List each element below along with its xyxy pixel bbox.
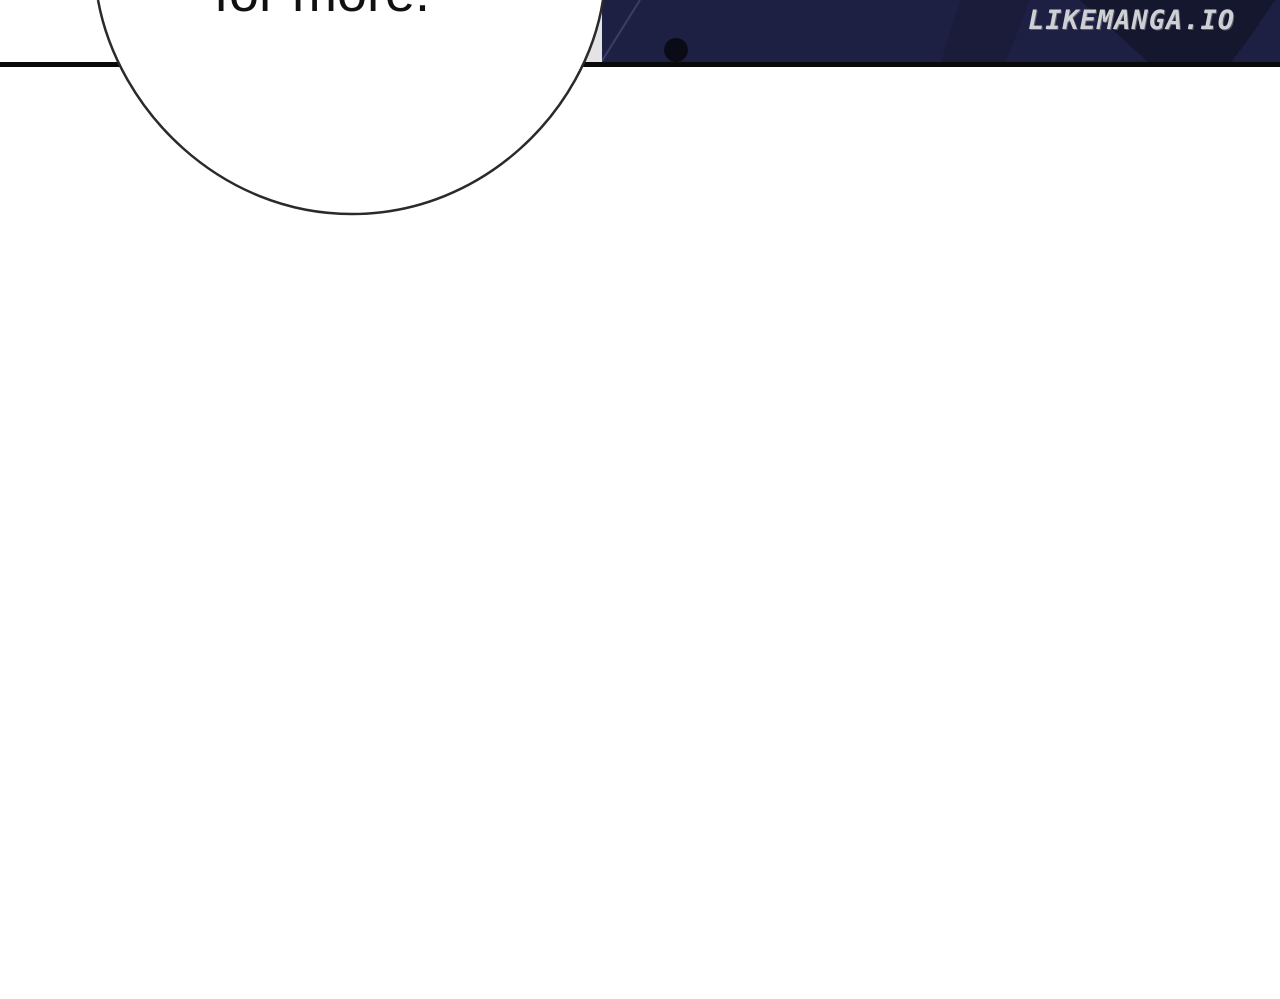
panel-artwork [0, 0, 1280, 216]
speech-bubble-text: for more. [214, 0, 514, 23]
dark-button-detail [664, 38, 688, 62]
speech-bubble [96, 0, 605, 216]
site-watermark: LIKEMANGA.IO [1028, 5, 1236, 36]
manga-page: for more. LIKEMANGA.IO [0, 0, 1280, 999]
